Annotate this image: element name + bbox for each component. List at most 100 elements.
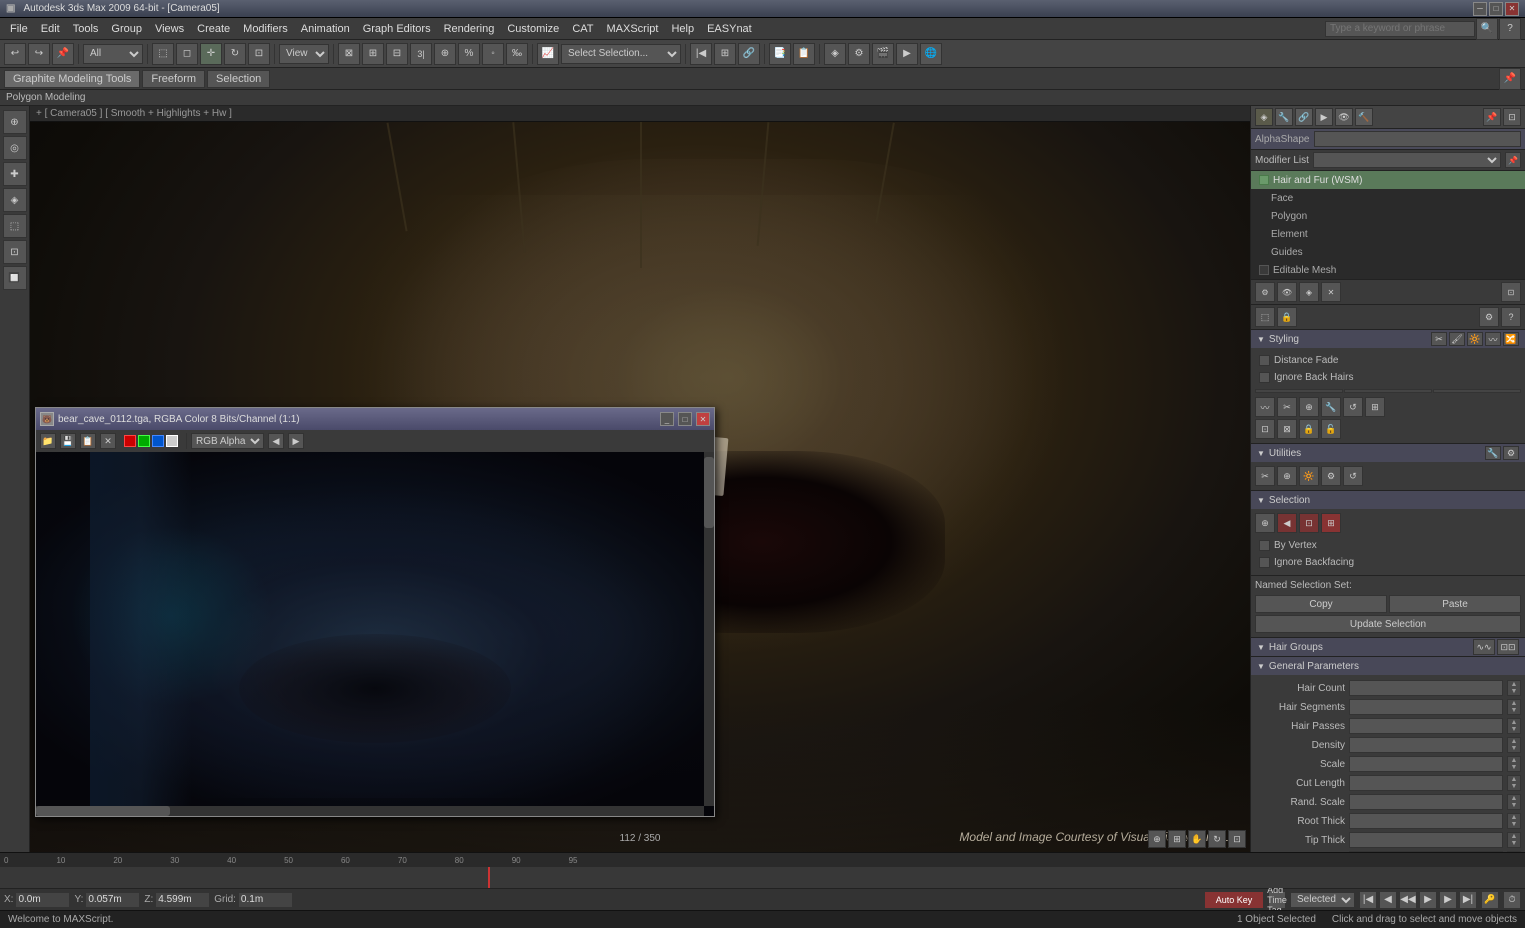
tab-freeform[interactable]: Freeform	[142, 70, 205, 88]
channel-green[interactable]	[138, 435, 150, 447]
pin-modifier[interactable]: 📌	[1505, 152, 1521, 168]
hair-count-spinner[interactable]: ▲▼	[1507, 680, 1521, 696]
maximize-btn[interactable]: □	[1489, 2, 1503, 16]
array-btn[interactable]: ⊞	[362, 43, 384, 65]
layer-mgr[interactable]: 📋	[793, 43, 815, 65]
prev-frame[interactable]: ◀	[1379, 891, 1397, 909]
pin-stack[interactable]: 📌	[1483, 108, 1501, 126]
maximize-viewport[interactable]: ⊡	[1228, 830, 1246, 848]
select-obj[interactable]: ⬚	[1255, 307, 1275, 327]
tab-selection[interactable]: Selection	[207, 70, 270, 88]
style-icon3[interactable]: 🔆	[1467, 332, 1483, 346]
general-params-header[interactable]: ▼ General Parameters	[1251, 657, 1525, 675]
style-btn6[interactable]: ⊞	[1365, 397, 1385, 417]
selection-header[interactable]: ▼ Selection	[1251, 491, 1525, 509]
style-icon5[interactable]: 🔀	[1503, 332, 1519, 346]
float-delete[interactable]: ✕	[100, 433, 116, 449]
density-input[interactable]: 100.0	[1349, 737, 1503, 753]
curve-editor[interactable]: 📈	[537, 43, 559, 65]
ignore-back-hairs-cb[interactable]	[1259, 372, 1270, 383]
mod-enable-check-mesh[interactable]	[1259, 265, 1269, 275]
menu-easynat[interactable]: EASYnat	[701, 21, 758, 37]
go-to-end[interactable]: ▶|	[1459, 891, 1477, 909]
left-tool-5[interactable]: ⬚	[3, 214, 27, 238]
hair-groups-header[interactable]: ▼ Hair Groups ∿∿ ⊡⊡	[1251, 638, 1525, 656]
style-btn4[interactable]: 🔧	[1321, 397, 1341, 417]
style-icon4[interactable]: 〰	[1485, 332, 1501, 346]
selection-sets[interactable]: Select Selection...	[561, 44, 681, 64]
x-input[interactable]	[15, 892, 70, 908]
remove-modifier[interactable]: ✕	[1321, 282, 1341, 302]
distance-fade-cb[interactable]	[1259, 355, 1270, 366]
nss-paste-btn[interactable]: Paste	[1389, 595, 1521, 613]
redo-btn[interactable]: ↪	[28, 43, 50, 65]
menu-views[interactable]: Views	[149, 21, 190, 37]
scale-spinner[interactable]: ▲▼	[1507, 756, 1521, 772]
utility-tab[interactable]: 🔨	[1355, 108, 1373, 126]
ignore-backfacing-cb[interactable]	[1259, 557, 1270, 568]
zoom-region[interactable]: ⊞	[1168, 830, 1186, 848]
menu-maxscript[interactable]: MAXScript	[601, 21, 665, 37]
scale-tool[interactable]: ⊡	[248, 43, 270, 65]
style-expand2[interactable]: ⊠	[1277, 419, 1297, 439]
float-next-frame[interactable]: ▶	[288, 433, 304, 449]
snap-percent[interactable]: ‰	[506, 43, 528, 65]
rotate-tool[interactable]: ↻	[224, 43, 246, 65]
left-tool-1[interactable]: ⊕	[3, 110, 27, 134]
menu-create[interactable]: Create	[191, 21, 236, 37]
float-maximize[interactable]: □	[678, 412, 692, 426]
lock-sel[interactable]: 🔒	[1277, 307, 1297, 327]
zoom-extent[interactable]: ⊕	[1148, 830, 1166, 848]
sel-mode-red[interactable]: ◀	[1277, 513, 1297, 533]
modifier-guides[interactable]: Guides	[1263, 243, 1525, 261]
style-lock1[interactable]: 🔒	[1299, 419, 1319, 439]
percent-btn[interactable]: 3|	[410, 43, 432, 65]
util-btn1[interactable]: ✂	[1255, 466, 1275, 486]
left-tool-3[interactable]: ✚	[3, 162, 27, 186]
tip-thick-input[interactable]: 0.0	[1349, 832, 1503, 848]
render-setup[interactable]: ⚙	[848, 43, 870, 65]
sel-mode-red2[interactable]: ⊡	[1299, 513, 1319, 533]
style-btn1[interactable]: 〰	[1255, 397, 1275, 417]
char-link[interactable]: 🔗	[738, 43, 760, 65]
channel-blue[interactable]	[152, 435, 164, 447]
key-mode-select[interactable]: Selected	[1290, 892, 1355, 908]
make-unique[interactable]: ◈	[1299, 282, 1319, 302]
arc-rotate[interactable]: ↻	[1208, 830, 1226, 848]
float-copy[interactable]: 📋	[80, 433, 96, 449]
search-input[interactable]	[1325, 21, 1475, 37]
modifier-element[interactable]: Element	[1263, 225, 1525, 243]
hair-passes-spinner[interactable]: ▲▼	[1507, 718, 1521, 734]
sel-mode-red3[interactable]: ⊞	[1321, 513, 1341, 533]
motion-tab[interactable]: ▶	[1315, 108, 1333, 126]
modifier-editable-mesh[interactable]: Editable Mesh	[1251, 261, 1525, 279]
y-input[interactable]	[85, 892, 140, 908]
util-btn4[interactable]: ⚙	[1321, 466, 1341, 486]
style-expand1[interactable]: ⊡	[1255, 419, 1275, 439]
select-tool[interactable]: ⬚	[152, 43, 174, 65]
create-tab[interactable]: ◈	[1255, 108, 1273, 126]
hair-segments-input[interactable]: 5	[1349, 699, 1503, 715]
expand-panel[interactable]: ⊡	[1503, 108, 1521, 126]
selection-filter[interactable]: All	[83, 44, 143, 64]
move-tool[interactable]: ✛	[200, 43, 222, 65]
pan-view[interactable]: ✋	[1188, 830, 1206, 848]
show-end-result[interactable]: 👁	[1277, 282, 1297, 302]
scene-states[interactable]: ◈	[824, 43, 846, 65]
modifier-face[interactable]: Face	[1263, 189, 1525, 207]
hg-icon2[interactable]: ⊡⊡	[1497, 639, 1519, 655]
configure-modset[interactable]: ⊡	[1501, 282, 1521, 302]
add-time-tag-btn[interactable]: Add Time Tag	[1268, 891, 1286, 909]
timeline-scrubber[interactable]	[488, 867, 490, 888]
modify-tab[interactable]: 🔧	[1275, 108, 1293, 126]
align-btn[interactable]: ⊟	[386, 43, 408, 65]
hierarchy-tab[interactable]: 🔗	[1295, 108, 1313, 126]
style-icon2[interactable]: 🖌	[1449, 332, 1465, 346]
mod-enable-check[interactable]	[1259, 175, 1269, 185]
minimize-btn[interactable]: ─	[1473, 2, 1487, 16]
menu-file[interactable]: File	[4, 21, 34, 37]
root-thick-input[interactable]: 0.0	[1349, 813, 1503, 829]
next-frame[interactable]: ▶	[1439, 891, 1457, 909]
modifier-list-dropdown[interactable]	[1313, 152, 1501, 168]
util-icon1[interactable]: 🔧	[1485, 446, 1501, 460]
